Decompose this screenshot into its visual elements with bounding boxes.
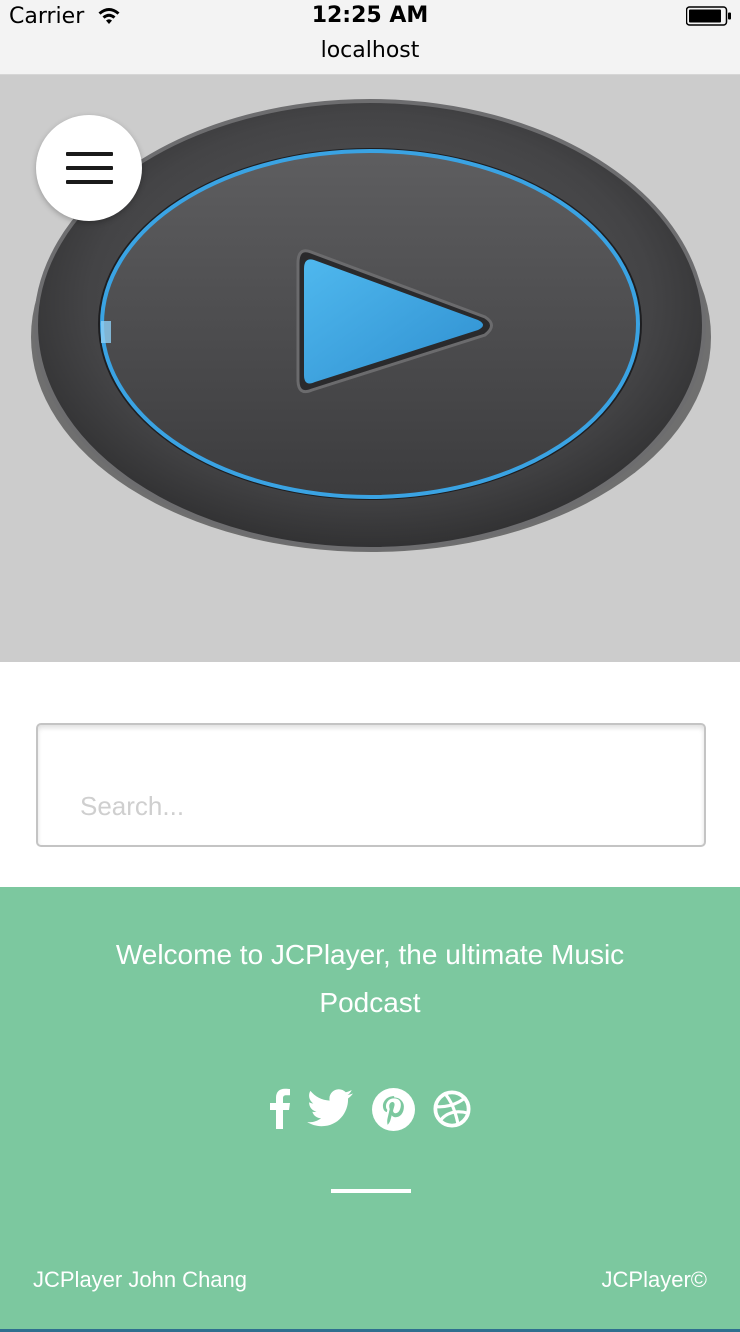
dribbble-icon[interactable] (433, 1090, 471, 1128)
menu-bar (66, 180, 113, 184)
twitter-icon[interactable] (307, 1089, 353, 1127)
url-label: localhost (320, 38, 420, 63)
copyright-right: JCPlayer© (601, 1267, 707, 1292)
status-time: 12:25 AM (311, 3, 429, 28)
copyright-left: JCPlayer John Chang (33, 1267, 248, 1292)
pinterest-icon[interactable] (372, 1088, 415, 1131)
welcome-text: Welcome to JCPlayer, the ultimate Music … (115, 939, 625, 1018)
social-links (0, 1087, 740, 1133)
menu-bar (66, 152, 113, 156)
menu-bar (66, 166, 113, 170)
footer-divider (331, 1189, 411, 1193)
status-bar: Carrier 12:25 AM localhost (0, 0, 740, 75)
facebook-icon[interactable] (267, 1087, 291, 1129)
search-box (36, 723, 706, 847)
battery-icon (686, 6, 731, 26)
search-input[interactable] (78, 785, 682, 827)
hamburger-menu-icon[interactable] (36, 115, 142, 221)
footer: Welcome to JCPlayer, the ultimate Music … (0, 887, 740, 1332)
